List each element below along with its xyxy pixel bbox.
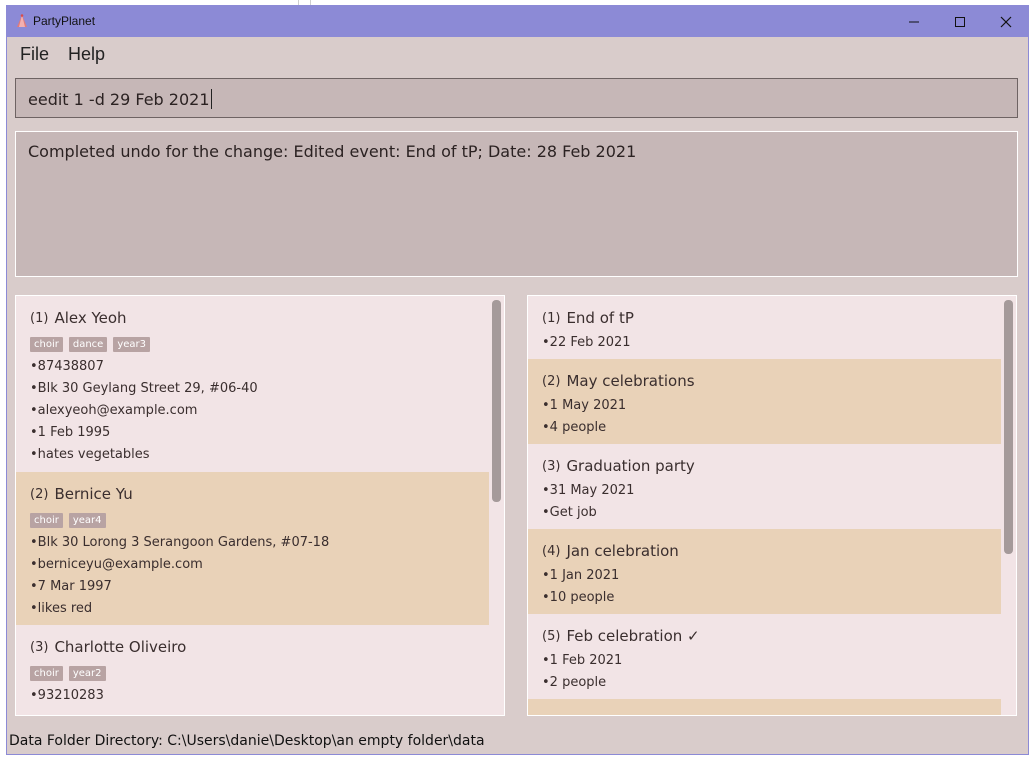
event-index: (3) [542, 458, 561, 474]
minimize-button[interactable] [891, 6, 937, 37]
event-index: (5) [542, 628, 561, 644]
text-caret [210, 89, 212, 109]
event-name: End of tP [566, 309, 634, 327]
status-bar-text: Data Folder Directory: C:\Users\danie\De… [9, 733, 485, 749]
event-date: •1 Jan 2021 [542, 568, 620, 583]
person-card[interactable]: (3) Charlotte Oliveiro choir year2 •9321… [16, 625, 504, 715]
close-button[interactable] [983, 6, 1028, 37]
person-list-scrollbar[interactable] [492, 300, 501, 502]
event-list-scrollbar[interactable] [1004, 300, 1013, 554]
title-bar: PartyPlanet [7, 6, 1028, 37]
event-card[interactable] [528, 699, 1001, 715]
result-text: Completed undo for the change: Edited ev… [28, 142, 637, 161]
event-card[interactable]: (5) Feb celebration ✓ •1 Feb 2021 •2 peo… [528, 614, 1016, 699]
event-date: •1 May 2021 [542, 398, 627, 413]
result-display: Completed undo for the change: Edited ev… [15, 131, 1018, 277]
person-tag: dance [68, 336, 108, 352]
event-card[interactable]: (1) End of tP •22 Feb 2021 [528, 296, 1016, 359]
party-hat-icon [17, 14, 27, 27]
app-window: PartyPlanet File Help eedit 1 -d 29 Feb … [6, 5, 1029, 755]
close-icon [1000, 16, 1012, 27]
event-remark: •Get job [542, 505, 597, 520]
person-tag: year3 [113, 336, 150, 352]
event-list-panel[interactable]: (1) End of tP •22 Feb 2021 (2) May celeb… [527, 295, 1017, 716]
event-date: •22 Feb 2021 [542, 335, 631, 350]
window-title: PartyPlanet [33, 14, 96, 28]
event-name: Jan celebration [566, 542, 679, 560]
person-card[interactable]: (2) Bernice Yu choir year4 •Blk 30 Loron… [16, 472, 489, 625]
event-index: (4) [542, 543, 561, 559]
person-address: •Blk 30 Geylang Street 29, #06-40 [30, 381, 258, 396]
person-tag: choir [30, 512, 63, 528]
person-phone: •93210283 [30, 688, 104, 703]
person-name: Charlotte Oliveiro [54, 638, 187, 656]
person-list-panel[interactable]: (1) Alex Yeoh choir dance year3 •8743880… [15, 295, 505, 716]
event-index: (1) [542, 310, 561, 326]
event-date: •31 May 2021 [542, 483, 635, 498]
person-birthday: •7 Mar 1997 [30, 579, 112, 594]
event-date: •1 Feb 2021 [542, 653, 623, 668]
menu-file[interactable]: File [20, 44, 49, 65]
command-input[interactable]: eedit 1 -d 29 Feb 2021 [15, 78, 1018, 118]
event-name: Graduation party [566, 457, 695, 475]
person-email: •berniceyu@example.com [30, 557, 203, 572]
person-index: (3) [30, 639, 49, 655]
menu-bar: File Help [7, 37, 1028, 75]
maximize-button[interactable] [937, 6, 983, 37]
person-tag: choir [30, 665, 63, 681]
event-card[interactable]: (3) Graduation party •31 May 2021 •Get j… [528, 444, 1016, 529]
person-address: •Blk 30 Lorong 3 Serangoon Gardens, #07-… [30, 535, 330, 550]
menu-help[interactable]: Help [68, 44, 105, 65]
minimize-icon [909, 21, 919, 22]
person-birthday: •1 Feb 1995 [30, 425, 111, 440]
person-name: Alex Yeoh [54, 309, 127, 327]
person-tag: year2 [68, 665, 106, 681]
person-index: (1) [30, 310, 49, 326]
person-remark: •likes red [30, 601, 93, 616]
event-card[interactable]: (2) May celebrations •1 May 2021 •4 peop… [528, 359, 1001, 444]
person-name: Bernice Yu [54, 485, 133, 503]
event-remark: •2 people [542, 675, 607, 690]
event-remark: •10 people [542, 590, 615, 605]
person-tag: choir [30, 336, 63, 352]
person-index: (2) [30, 486, 49, 502]
event-name: Feb celebration ✓ [566, 627, 700, 645]
person-phone: •87438807 [30, 359, 104, 374]
command-text: eedit 1 -d 29 Feb 2021 [28, 90, 210, 109]
event-remark: •4 people [542, 420, 607, 435]
person-remark: •hates vegetables [30, 447, 150, 462]
event-index: (2) [542, 373, 561, 389]
person-tag: year4 [68, 512, 106, 528]
event-card[interactable]: (4) Jan celebration •1 Jan 2021 •10 peop… [528, 529, 1001, 614]
event-name: May celebrations [566, 372, 695, 390]
maximize-icon [955, 16, 965, 27]
person-email: •alexyeoh@example.com [30, 403, 198, 418]
person-card[interactable]: (1) Alex Yeoh choir dance year3 •8743880… [16, 296, 504, 472]
